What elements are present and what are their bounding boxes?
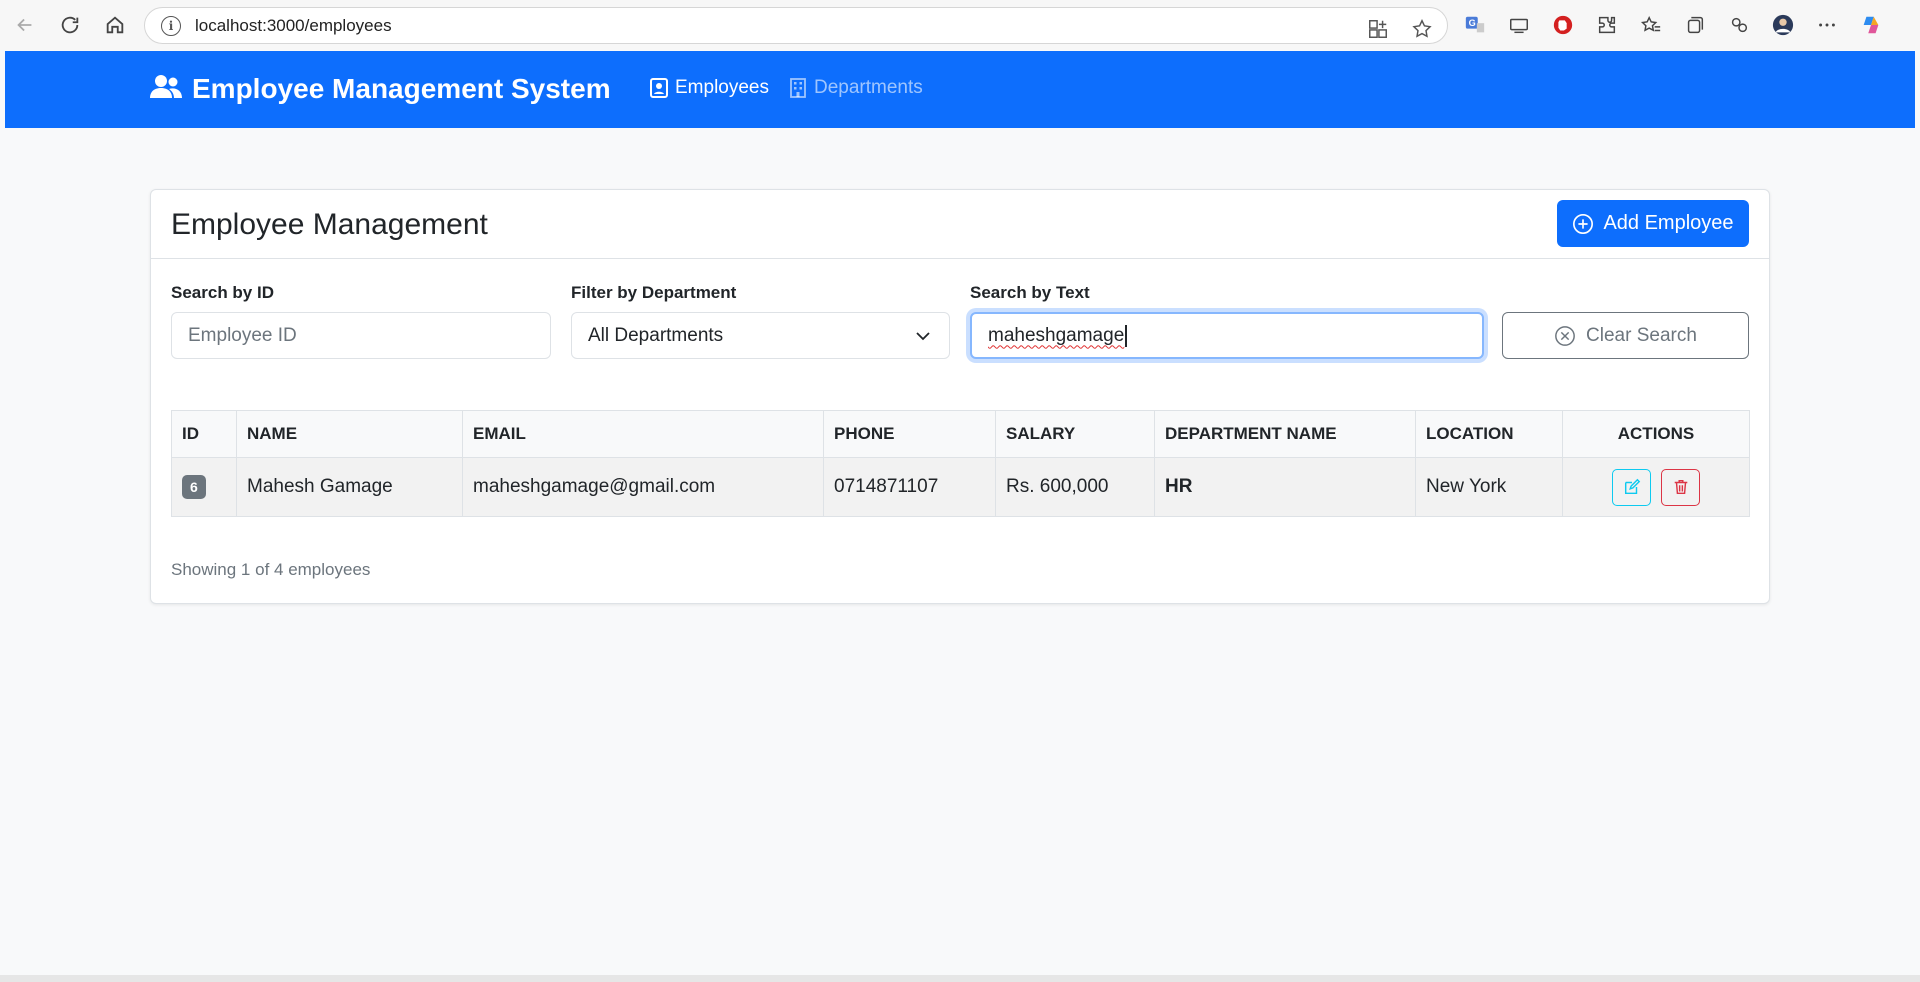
search-text-value: maheshgamage [988, 324, 1125, 346]
profile-sync-icon[interactable] [1724, 10, 1754, 40]
cell-name: Mahesh Gamage [236, 457, 463, 517]
browser-toolbar: i localhost:3000/employees G [0, 0, 1920, 50]
plus-circle-icon [1573, 213, 1594, 234]
brand-title: Employee Management System [192, 73, 611, 104]
users-icon [150, 74, 182, 105]
column-header-salary[interactable]: SALARY [995, 410, 1155, 458]
site-info-icon[interactable]: i [161, 15, 181, 36]
building-icon [790, 78, 806, 98]
table-header-row: ID NAME EMAIL PHONE SALARY DEPARTMENT NA… [171, 410, 1750, 458]
id-badge: 6 [182, 475, 206, 499]
search-text-input[interactable]: maheshgamage [970, 312, 1484, 359]
employee-count-summary: Showing 1 of 4 employees [171, 560, 371, 579]
reload-icon[interactable] [55, 10, 85, 40]
avatar[interactable] [1768, 10, 1798, 40]
trash-icon [1674, 479, 1687, 495]
cell-location: New York [1415, 457, 1563, 517]
app-navbar: Employee Management System Employees Dep… [5, 51, 1915, 128]
department-selected-value: All Departments [588, 324, 724, 346]
column-header-phone[interactable]: PHONE [823, 410, 996, 458]
column-header-email[interactable]: EMAIL [462, 410, 824, 458]
cell-email: maheshgamage@gmail.com [462, 457, 824, 517]
department-select[interactable]: All Departments [571, 312, 950, 359]
window-bottom-edge [0, 975, 1920, 982]
cell-id: 6 [171, 457, 237, 517]
search-text-label: Search by Text [970, 283, 1090, 302]
delete-button[interactable] [1661, 468, 1700, 506]
column-header-actions: ACTIONS [1562, 410, 1750, 458]
back-icon[interactable] [10, 10, 40, 40]
text-caret [1125, 324, 1127, 347]
copilot-icon[interactable] [1856, 10, 1886, 40]
chevron-down-icon [916, 332, 930, 341]
collections-icon[interactable] [1680, 10, 1710, 40]
column-header-id[interactable]: ID [171, 410, 237, 458]
clear-search-button[interactable]: Clear Search [1502, 312, 1749, 359]
employee-id-placeholder: Employee ID [188, 324, 297, 346]
id-badge-icon [650, 78, 668, 98]
cell-phone: 0714871107 [823, 457, 996, 517]
home-icon[interactable] [100, 10, 130, 40]
more-icon[interactable] [1812, 10, 1842, 40]
svg-text:G: G [1469, 18, 1476, 28]
add-employee-label: Add Employee [1603, 212, 1734, 234]
nav-link-label: Departments [814, 77, 923, 98]
add-employee-button[interactable]: Add Employee [1557, 200, 1749, 247]
cell-department: HR [1154, 457, 1416, 517]
brand[interactable]: Employee Management System [150, 73, 611, 105]
column-header-name[interactable]: NAME [236, 410, 463, 458]
column-header-department[interactable]: DEPARTMENT NAME [1154, 410, 1416, 458]
address-bar[interactable]: i localhost:3000/employees [144, 7, 1448, 44]
translate-icon[interactable]: G [1460, 10, 1490, 40]
edit-button[interactable] [1612, 468, 1651, 506]
favorite-star-icon[interactable] [1407, 14, 1437, 44]
employee-card: Employee Management Add Employee Search … [150, 189, 1770, 604]
search-id-label: Search by ID [171, 283, 274, 302]
adblock-icon[interactable] [1548, 10, 1578, 40]
cell-actions [1562, 457, 1750, 517]
nav-link-employees[interactable]: Employees [650, 77, 769, 99]
card-header: Employee Management Add Employee [151, 190, 1769, 259]
nav-link-departments[interactable]: Departments [789, 77, 923, 99]
favorites-icon[interactable] [1636, 10, 1666, 40]
extensions-icon[interactable] [1592, 10, 1622, 40]
employee-id-input[interactable]: Employee ID [171, 312, 551, 359]
nav-link-label: Employees [675, 77, 769, 98]
x-circle-icon [1555, 325, 1575, 346]
cast-icon[interactable] [1504, 10, 1534, 40]
column-header-location[interactable]: LOCATION [1415, 410, 1563, 458]
department-filter-label: Filter by Department [571, 283, 737, 302]
cell-salary: Rs. 600,000 [995, 457, 1155, 517]
app-available-icon[interactable] [1363, 14, 1393, 44]
url-text: localhost:3000/employees [195, 15, 392, 35]
edit-icon [1624, 478, 1640, 495]
page-title: Employee Management [171, 208, 488, 241]
table-row[interactable]: 6 Mahesh Gamage maheshgamage@gmail.com 0… [171, 457, 1750, 517]
employee-table: ID NAME EMAIL PHONE SALARY DEPARTMENT NA… [171, 410, 1750, 517]
clear-search-label: Clear Search [1586, 324, 1697, 346]
